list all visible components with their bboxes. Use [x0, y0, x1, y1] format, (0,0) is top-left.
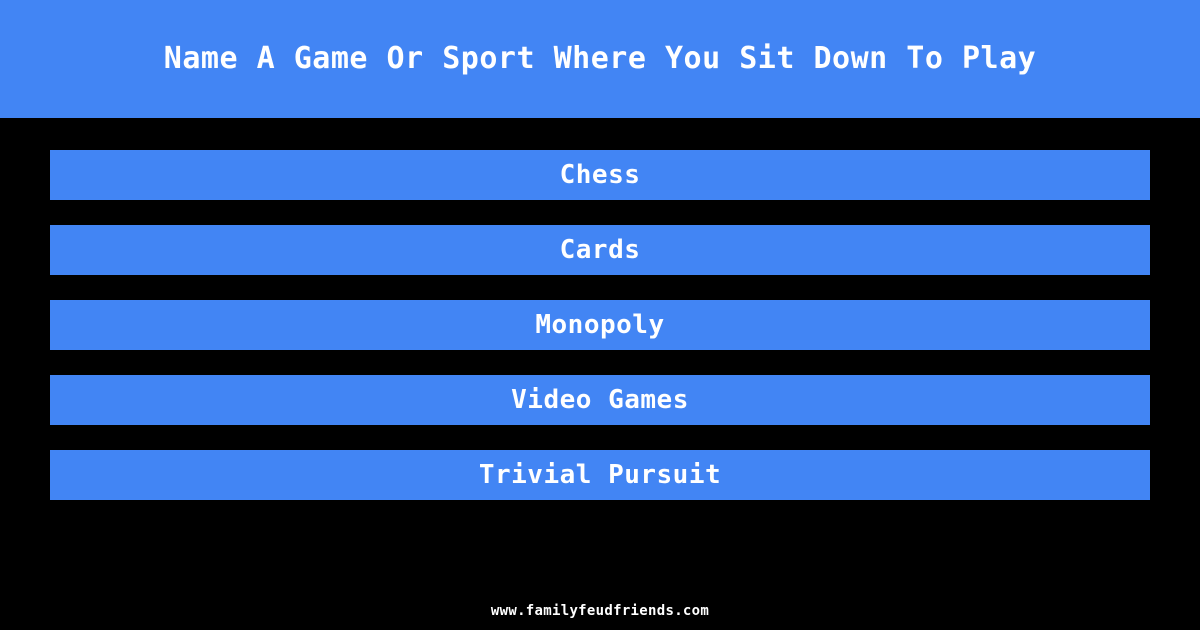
- answer-label: Chess: [559, 160, 641, 190]
- answer-label: Cards: [559, 235, 641, 265]
- header-banner: Name A Game Or Sport Where You Sit Down …: [0, 0, 1200, 118]
- answer-label: Video Games: [511, 385, 689, 415]
- footer-site-url[interactable]: www.familyfeudfriends.com: [491, 604, 709, 618]
- answer-row[interactable]: Trivial Pursuit: [50, 450, 1150, 500]
- answer-row[interactable]: Monopoly: [50, 300, 1150, 350]
- page-title: Name A Game Or Sport Where You Sit Down …: [163, 41, 1037, 76]
- answer-row[interactable]: Chess: [50, 150, 1150, 200]
- answer-row[interactable]: Video Games: [50, 375, 1150, 425]
- answer-label: Monopoly: [535, 310, 665, 340]
- answer-list: Chess Cards Monopoly Video Games Trivial…: [50, 150, 1150, 500]
- answer-label: Trivial Pursuit: [478, 460, 722, 490]
- footer-bar: www.familyfeudfriends.com: [0, 592, 1200, 630]
- answer-row[interactable]: Cards: [50, 225, 1150, 275]
